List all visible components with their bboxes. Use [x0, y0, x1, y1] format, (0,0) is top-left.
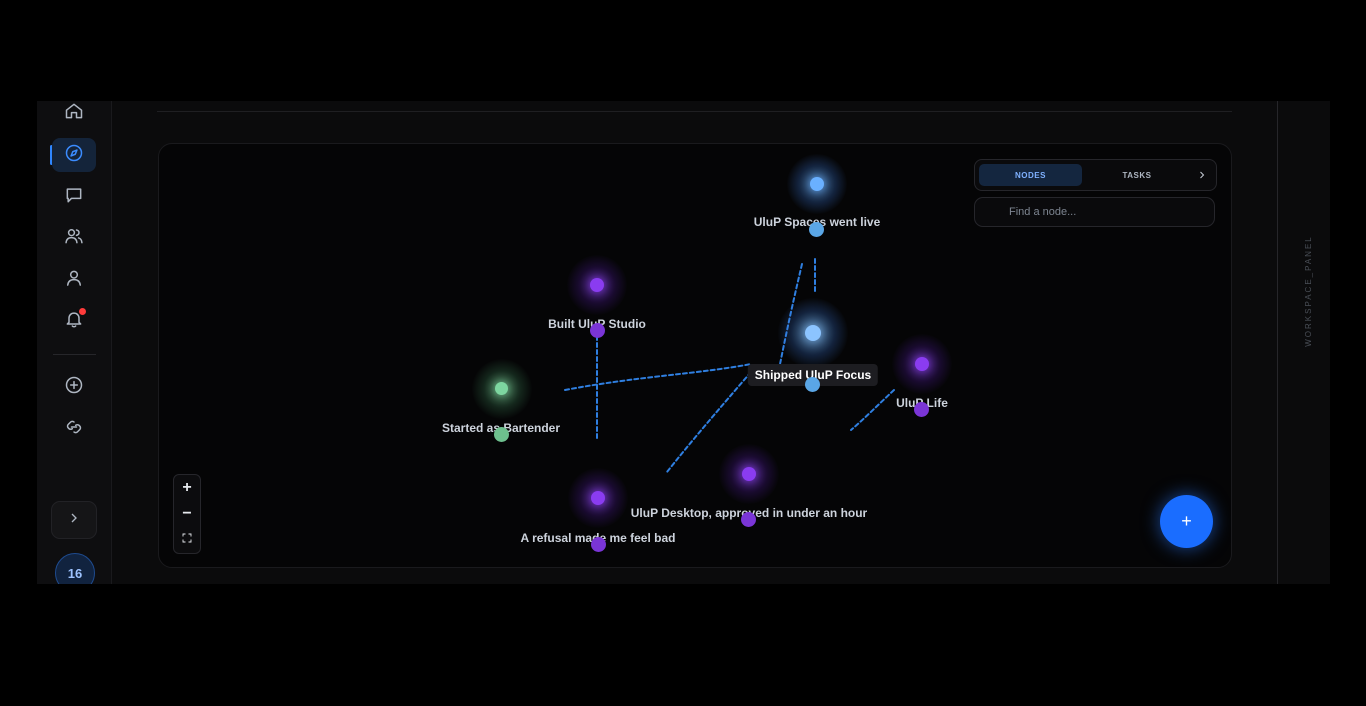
chevron-right-icon: [66, 510, 82, 531]
notification-dot: [79, 308, 86, 315]
nav-messages[interactable]: [52, 180, 96, 214]
nav-links[interactable]: [52, 412, 96, 446]
node-handle[interactable]: [914, 402, 929, 417]
zoom-controls: + −: [173, 474, 201, 554]
sidebar-divider: [53, 354, 96, 355]
graph-node-spaces[interactable]: [810, 177, 824, 191]
graph-node-refusal[interactable]: [591, 491, 605, 505]
node-handle[interactable]: [805, 377, 820, 392]
link-life: [850, 389, 895, 431]
chevron-right-icon: [1196, 168, 1208, 185]
link-icon: [64, 417, 84, 442]
node-handle[interactable]: [494, 427, 509, 442]
graph-canvas[interactable]: UluP Spaces went live Built UluP Studio …: [158, 143, 1232, 568]
graph-node-focus[interactable]: [805, 325, 821, 341]
user-icon: [64, 268, 84, 293]
workspace-panel[interactable]: WORKSPACE_PANEL: [1277, 101, 1330, 584]
tab-tasks[interactable]: TASKS: [1087, 164, 1187, 186]
graph-node-desktop[interactable]: [742, 467, 756, 481]
node-search-input[interactable]: [974, 197, 1215, 227]
link-bartender-focus: [564, 363, 752, 391]
count-badge[interactable]: 16: [55, 553, 95, 584]
node-handle[interactable]: [809, 222, 824, 237]
nav-profile[interactable]: [52, 263, 96, 297]
graph-node-studio[interactable]: [590, 278, 604, 292]
tab-more-button[interactable]: [1196, 168, 1208, 180]
nav-create[interactable]: [52, 370, 96, 404]
home-icon: [64, 101, 84, 126]
workspace-panel-label: WORKSPACE_PANEL: [1304, 235, 1313, 347]
compass-icon: [64, 143, 84, 168]
fullscreen-icon: [181, 531, 193, 549]
header-divider: [157, 111, 1232, 112]
zoom-out-button[interactable]: −: [174, 501, 200, 527]
tab-nodes[interactable]: NODES: [979, 164, 1082, 186]
node-handle[interactable]: [741, 512, 756, 527]
sidebar-expand-button[interactable]: [51, 501, 97, 539]
plus-circle-icon: [64, 375, 84, 400]
graph-node-life[interactable]: [915, 357, 929, 371]
zoom-in-button[interactable]: +: [174, 475, 200, 501]
add-node-button[interactable]: +: [1160, 495, 1213, 548]
node-handle[interactable]: [591, 537, 606, 552]
panel-tab-bar: NODES TASKS: [974, 159, 1217, 191]
message-icon: [64, 185, 84, 210]
app-window: 16 UluP Spaces went live Built UluP Stud…: [37, 101, 1330, 584]
sidebar: 16: [37, 101, 112, 584]
nav-people[interactable]: [52, 221, 96, 255]
nav-explore[interactable]: [52, 138, 96, 172]
users-icon: [64, 226, 84, 251]
node-handle[interactable]: [590, 323, 605, 338]
nav-home[interactable]: [52, 101, 96, 130]
fit-view-button[interactable]: [174, 527, 200, 553]
graph-node-bartender[interactable]: [495, 382, 508, 395]
nav-notifications[interactable]: [52, 304, 96, 338]
